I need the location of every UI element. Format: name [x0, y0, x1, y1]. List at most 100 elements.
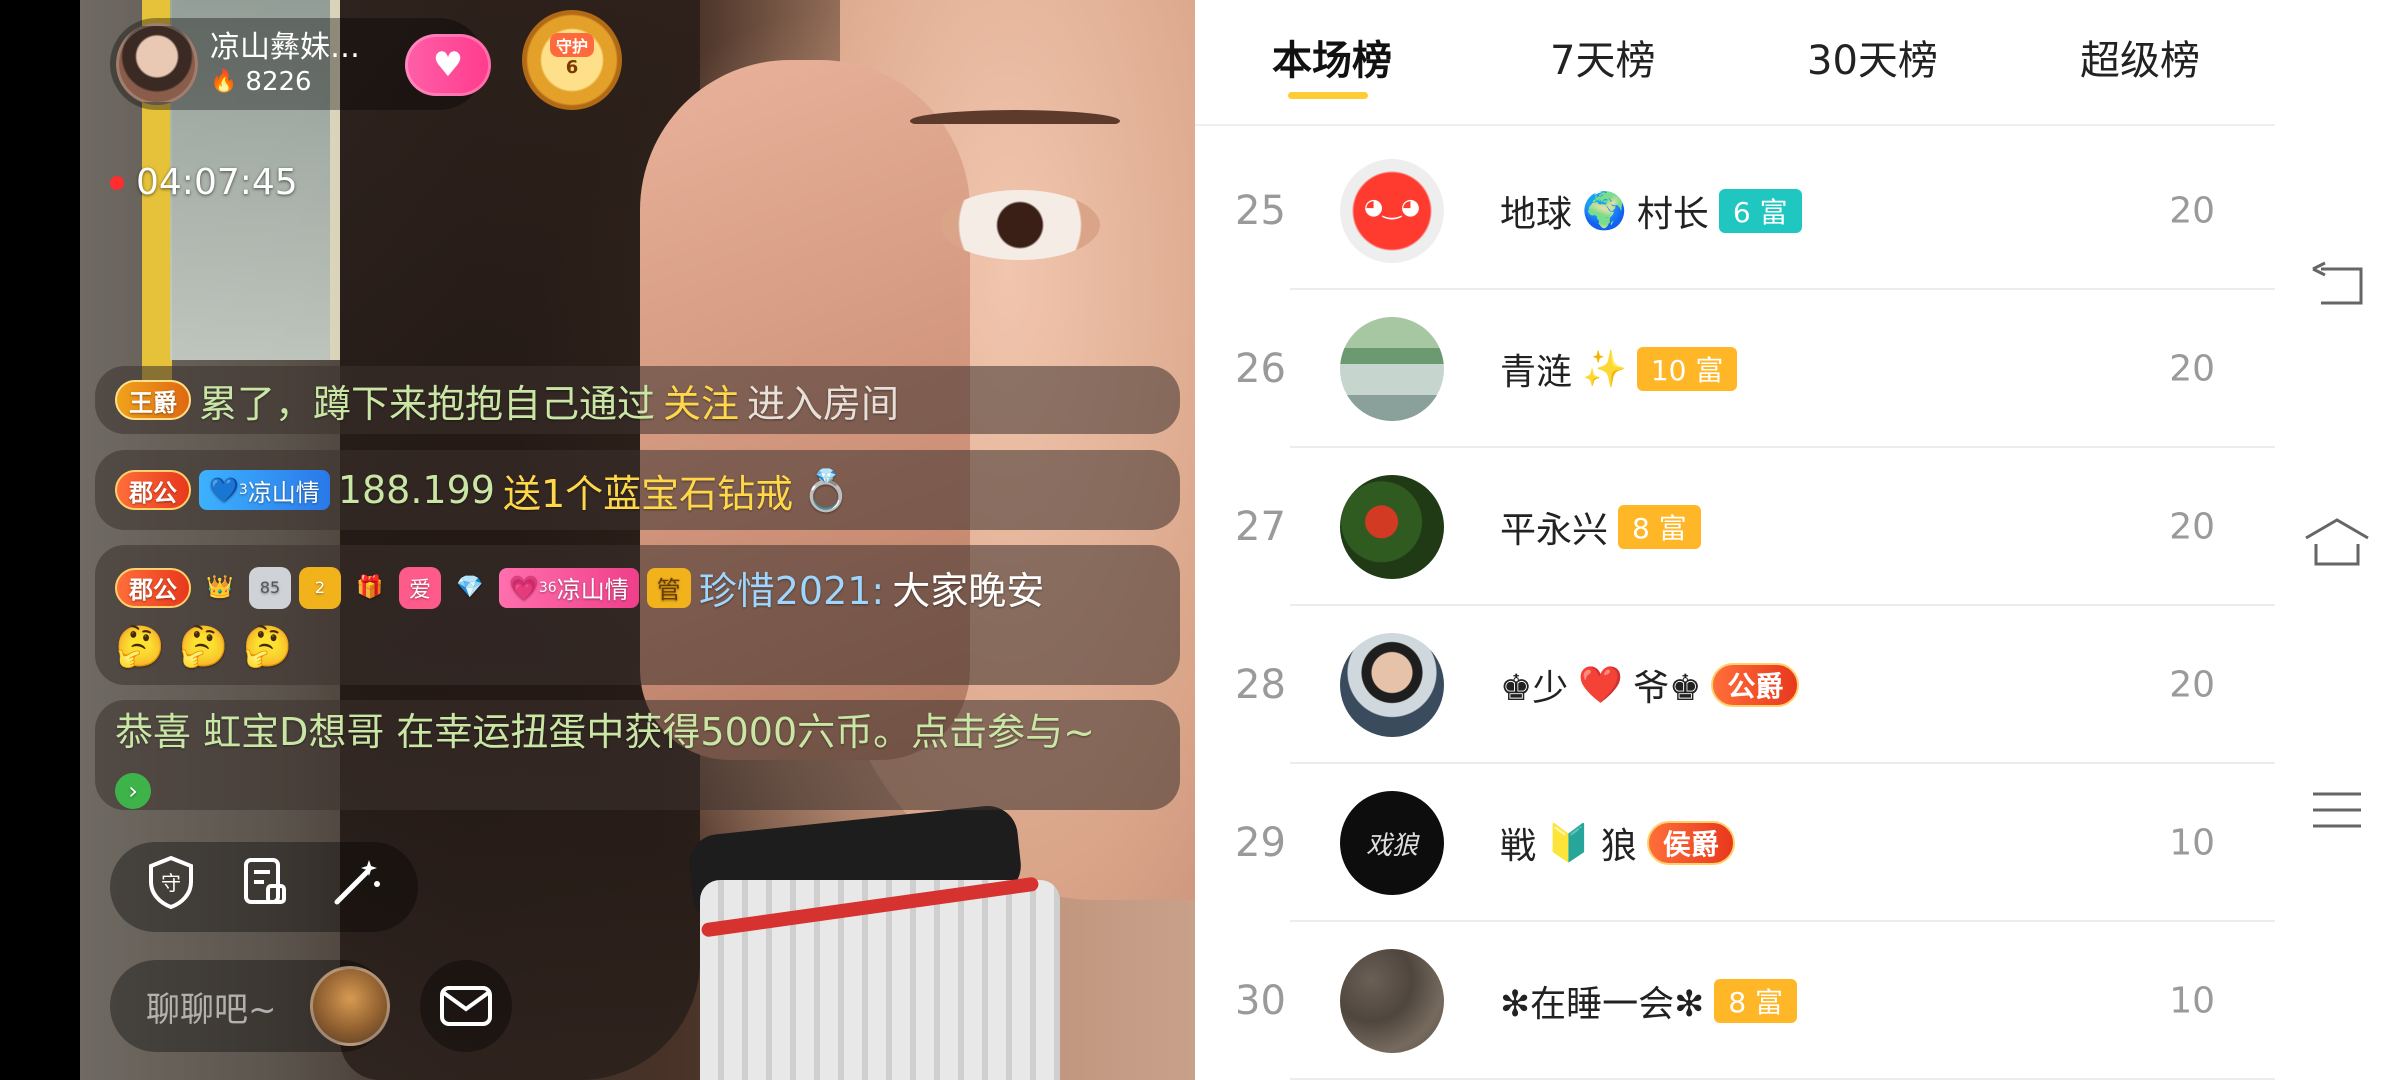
- contribution-score: 20: [2169, 506, 2215, 548]
- fan-club-badge: 💗 36 凉山情: [499, 567, 639, 608]
- ranking-row[interactable]: 30 ✻在睡一会✻ 8 富 10: [1195, 922, 2275, 1080]
- active-tab-indicator: [1288, 92, 1368, 99]
- sapphire-ring-icon: 💍: [801, 467, 851, 514]
- user-avatar[interactable]: [1340, 949, 1444, 1053]
- follow-button[interactable]: ♥: [405, 34, 491, 96]
- ranking-row[interactable]: 29 戏狼 戦 🔰 狼 侯爵 10: [1195, 764, 2275, 922]
- manager-badge: 管: [646, 567, 691, 608]
- contribution-score: 10: [2169, 980, 2215, 1022]
- chat-input-placeholder: 聊聊吧~: [146, 989, 277, 1030]
- ranking-row[interactable]: 26 青涟 ✨ 10 富 20: [1195, 290, 2275, 448]
- svg-text:守: 守: [161, 871, 181, 895]
- user-name: ✻在睡一会✻ 8 富: [1500, 975, 1798, 1027]
- guard-level-icon: 85: [249, 566, 291, 609]
- chat-text: 进入房间: [747, 381, 900, 426]
- user-avatar[interactable]: [1340, 317, 1444, 421]
- contribution-score: 20: [2169, 664, 2215, 706]
- wealth-level-tag: 8 富: [1618, 505, 1701, 549]
- wealth-level-tag: 6 富: [1718, 189, 1802, 233]
- recording-dot-icon: [110, 175, 124, 190]
- tab-super[interactable]: 超级榜: [2080, 28, 2200, 86]
- recent-apps-button[interactable]: [2295, 768, 2379, 852]
- rank-badge: 郡公: [115, 567, 191, 608]
- rank-number: 29: [1235, 820, 1286, 866]
- chat-user[interactable]: 累了，蹲下来抱抱自己通过: [199, 373, 655, 428]
- chat-text: 大家晚安: [892, 569, 1045, 613]
- home-button[interactable]: [2295, 500, 2379, 584]
- fan-club-badge: 💙 3 凉山情: [199, 470, 330, 510]
- star-level-icon: 2: [299, 566, 341, 609]
- contribution-score: 20: [2169, 190, 2215, 232]
- heart-icon: ♥: [432, 45, 464, 85]
- user-name: 地球 🌍 村长 6 富: [1500, 185, 1802, 237]
- tab-7-days[interactable]: 7天榜: [1550, 28, 1655, 86]
- guard-label: 守护: [549, 32, 594, 57]
- chat-message[interactable]: 王爵 累了，蹲下来抱抱自己通过 关注 进入房间: [95, 366, 1180, 434]
- rank-number: 27: [1235, 504, 1286, 550]
- wealth-level-tag: 10 富: [1636, 347, 1738, 391]
- diamond-icon: 💎: [456, 575, 484, 600]
- chat-message[interactable]: 郡公 💙 3 凉山情 188.199 送1个蓝宝石钻戒 💍: [95, 450, 1180, 530]
- thinking-emoji: 🤔: [178, 624, 229, 670]
- chat-gift: 送1个蓝宝石钻戒: [502, 471, 794, 516]
- rank-number: 25: [1235, 188, 1286, 234]
- rank-badge: 郡公: [115, 470, 191, 510]
- arrow-right-icon[interactable]: ›: [115, 773, 151, 809]
- wealth-level-tag: 8 富: [1714, 979, 1798, 1023]
- back-button[interactable]: [2295, 242, 2379, 326]
- user-name: ♚少 ❤️ 爷♚ 公爵: [1500, 659, 1800, 711]
- user-name: 青涟 ✨ 10 富: [1500, 343, 1738, 395]
- chat-user[interactable]: 188.199: [338, 468, 495, 512]
- tab-30-days[interactable]: 30天榜: [1807, 28, 1938, 86]
- elapsed-time: 04:07:45: [136, 162, 298, 203]
- user-avatar[interactable]: [310, 966, 390, 1046]
- ranking-tabs: 本场榜 7天榜 30天榜 超级榜: [1195, 0, 2275, 126]
- ranking-row[interactable]: 28 ♚少 ❤️ 爷♚ 公爵 20: [1195, 606, 2275, 764]
- love-badge: 爱: [399, 566, 441, 609]
- guard-level: 6: [565, 56, 579, 78]
- user-avatar[interactable]: 戏狼: [1340, 791, 1444, 895]
- rank-number: 26: [1235, 346, 1286, 392]
- tab-this-session[interactable]: 本场榜: [1272, 28, 1392, 86]
- gift-box-icon: 🎁: [356, 575, 384, 600]
- user-name: 平永兴 8 富: [1500, 501, 1701, 553]
- flame-icon: 🔥: [210, 69, 238, 94]
- chat-user[interactable]: 珍惜2021:: [699, 560, 885, 615]
- streamer-eyebrow: [910, 110, 1120, 132]
- guard-badge[interactable]: 守护 6: [522, 10, 622, 110]
- crown-icon: 👑: [206, 575, 234, 600]
- ranking-row[interactable]: 27 平永兴 8 富 20: [1195, 448, 2275, 606]
- rank-number: 28: [1235, 662, 1286, 708]
- anchor-avatar[interactable]: [116, 23, 198, 105]
- ranking-panel: 本场榜 7天榜 30天榜 超级榜 25 地球🌍村长 6 富 20 26 青涟✨ …: [1195, 0, 2275, 1080]
- user-avatar[interactable]: [1340, 633, 1444, 737]
- magic-wand-icon[interactable]: [327, 854, 387, 921]
- chat-message[interactable]: 郡公 👑 85 2 🎁 爱 💎 💗 36 凉山情 管 珍惜2021: 大家晚安 🤔 …: [95, 545, 1180, 685]
- shield-guard-icon[interactable]: 守: [141, 854, 201, 921]
- rank-badge: 王爵: [115, 380, 191, 420]
- ranking-row[interactable]: 25 地球🌍村长 6 富 20: [1195, 132, 2275, 290]
- chat-action: 关注: [663, 381, 740, 426]
- back-icon: [2312, 261, 2363, 305]
- user-name: 戦 🔰 狼 侯爵: [1500, 817, 1735, 869]
- noble-rank-tag: 公爵: [1711, 663, 1800, 707]
- thinking-emoji: 🤔: [242, 624, 293, 670]
- user-avatar[interactable]: [1340, 475, 1444, 579]
- rank-number: 30: [1235, 978, 1286, 1024]
- tool-bar: 守: [110, 842, 418, 932]
- menu-icon: [2313, 792, 2361, 828]
- home-icon: [2305, 518, 2369, 566]
- contribution-score: 20: [2169, 348, 2215, 390]
- system-nav-bar: [2275, 0, 2400, 1080]
- streamer-eye: [940, 190, 1100, 260]
- message-button[interactable]: [420, 960, 512, 1052]
- user-avatar[interactable]: [1340, 159, 1444, 263]
- anchor-heat-count: 8226: [245, 67, 312, 97]
- announcement-text: 恭喜 虹宝D想哥 在幸运扭蛋中获得5000六币。点击参与~: [115, 710, 1095, 754]
- thinking-emoji: 🤔: [115, 624, 165, 670]
- contribution-score: 10: [2169, 822, 2215, 864]
- stream-timer: 04:07:45: [110, 162, 298, 203]
- envelope-icon: [440, 986, 492, 1026]
- system-announcement[interactable]: 恭喜 虹宝D想哥 在幸运扭蛋中获得5000六币。点击参与~ ›: [95, 700, 1180, 810]
- task-icon[interactable]: [234, 854, 294, 921]
